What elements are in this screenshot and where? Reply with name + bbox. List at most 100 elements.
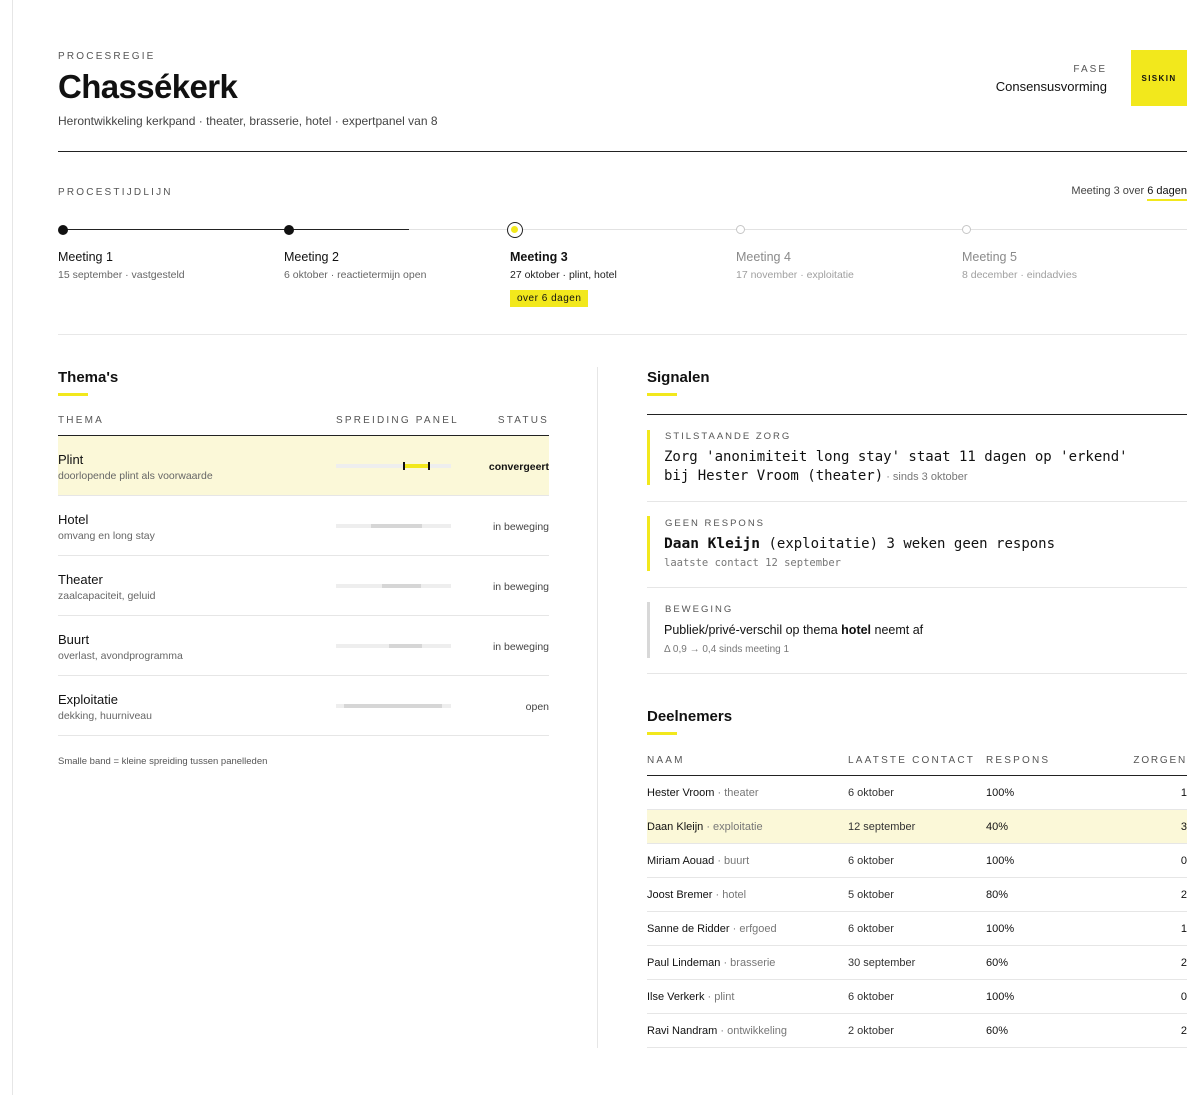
theme-row[interactable]: Buurt overlast, avondprogramma in beweging xyxy=(58,616,549,676)
theme-name: Buurt xyxy=(58,632,90,647)
timeline-item-4[interactable]: Meeting 4 17 november · exploitatie xyxy=(736,250,956,281)
timeline-caption: PROCESTIJDLIJN xyxy=(58,187,173,198)
meeting-date: 8 december · eindadvies xyxy=(962,269,1077,281)
participant-response: 100% xyxy=(986,855,1015,867)
signal-text-after: neemt af xyxy=(871,623,924,637)
participant-name-cell: Hester Vroom · theater xyxy=(647,787,758,799)
participant-role: buurt xyxy=(724,855,750,867)
theme-name: Hotel xyxy=(58,512,89,527)
signal-main-line: Daan Kleijn (exploitatie) 3 weken geen r… xyxy=(664,535,1055,554)
participant-row[interactable]: Paul Lindeman · brasserie 30 september 60%… xyxy=(647,946,1187,980)
participant-name-cell: Sanne de Ridder · erfgoed xyxy=(647,923,777,935)
participant-row[interactable]: Joost Bremer · hotel 5 oktober 80% 2 xyxy=(647,878,1187,912)
participant-concerns: 1 xyxy=(1180,787,1187,799)
participants-col-concerns: ZORGEN xyxy=(1133,755,1187,766)
participant-role-sep: · xyxy=(717,1025,728,1037)
theme-status: in beweging xyxy=(492,641,549,653)
page-subtitle: Herontwikkeling kerkpand · theater, bras… xyxy=(58,114,438,128)
themes-col-spread: SPREIDING PANEL xyxy=(336,415,459,426)
signal-theme: hotel xyxy=(841,623,872,637)
timeline-item-1[interactable]: Meeting 1 15 september · vastgesteld xyxy=(58,250,278,281)
theme-row[interactable]: Hotel omvang en long stay in beweging xyxy=(58,496,549,556)
timeline-divider xyxy=(58,334,1187,335)
signal-accent-bar xyxy=(647,602,650,658)
participant-response: 60% xyxy=(986,957,1009,969)
eyebrow: PROCESREGIE xyxy=(58,51,156,62)
header-divider xyxy=(58,151,1187,152)
participants-col-name: NAAM xyxy=(647,755,685,766)
timeline-dot-5[interactable] xyxy=(962,225,971,234)
signal-card-no-response[interactable]: GEEN RESPONS Daan Kleijn (exploitatie) 3… xyxy=(647,502,1187,588)
participant-row[interactable]: Daan Kleijn · exploitatie 12 september 40%… xyxy=(647,810,1187,844)
timeline-dot-1[interactable] xyxy=(58,225,68,235)
spread-track xyxy=(336,704,451,708)
spread-track xyxy=(336,644,451,648)
participant-last-contact: 30 september xyxy=(848,957,916,969)
signal-rest: (exploitatie) 3 weken geen respons xyxy=(760,536,1056,552)
theme-description: zaalcapaciteit, geluid xyxy=(58,590,156,602)
page-title: Chassékerk xyxy=(58,68,238,105)
timeline-item-2[interactable]: Meeting 2 6 oktober · reactietermijn ope… xyxy=(284,250,504,281)
signal-last-contact: laatste contact 12 september xyxy=(664,557,842,569)
theme-name: Exploitatie xyxy=(58,692,118,707)
theme-description: omvang en long stay xyxy=(58,530,155,542)
timeline-dot-2[interactable] xyxy=(284,225,294,235)
participant-response: 100% xyxy=(986,923,1015,935)
participant-row[interactable]: Hester Vroom · theater 6 oktober 100% 1 xyxy=(647,776,1187,810)
participant-role: ontwikkeling xyxy=(727,1025,788,1037)
participant-concerns: 0 xyxy=(1180,991,1187,1003)
participant-row[interactable]: Sanne de Ridder · erfgoed 6 oktober 100% 1 xyxy=(647,912,1187,946)
participant-last-contact: 6 oktober xyxy=(848,787,894,799)
participant-name: Daan Kleijn xyxy=(647,821,704,833)
participant-name: Paul Lindeman xyxy=(647,957,721,969)
participant-concerns: 3 xyxy=(1180,821,1187,833)
participant-name: Ilse Verkerk xyxy=(647,991,705,1003)
brand-logo[interactable]: SISKIN xyxy=(1131,50,1187,106)
timeline-item-3[interactable]: Meeting 3 27 oktober · plint, hotel over… xyxy=(510,250,730,307)
theme-name: Theater xyxy=(58,572,103,587)
theme-row[interactable]: Theater zaalcapaciteit, geluid in beweging xyxy=(58,556,549,616)
participant-last-contact: 6 oktober xyxy=(848,855,894,867)
timeline-dot-3[interactable] xyxy=(507,222,523,238)
meeting-name: Meeting 4 xyxy=(736,250,791,264)
participant-response: 100% xyxy=(986,787,1015,799)
spread-marker xyxy=(403,462,405,470)
participants-title-accent xyxy=(647,732,677,735)
timeline-segment-rest xyxy=(409,229,1187,230)
participant-row[interactable]: Miriam Aouad · buurt 6 oktober 100% 0 xyxy=(647,844,1187,878)
process-page: PROCESREGIE Chassékerk Herontwikkeling k… xyxy=(58,0,1187,1105)
signal-caption: BEWEGING xyxy=(665,604,734,615)
meeting-date: 17 november · exploitatie xyxy=(736,269,854,281)
participant-role-sep: · xyxy=(712,889,723,901)
participant-response: 100% xyxy=(986,991,1015,1003)
participant-role-sep: · xyxy=(729,923,740,935)
participant-name: Joost Bremer xyxy=(647,889,713,901)
timeline-item-5[interactable]: Meeting 5 8 december · eindadvies xyxy=(962,250,1182,281)
theme-description: doorlopende plint als voorwaarde xyxy=(58,470,213,482)
spread-band xyxy=(344,704,442,708)
timeline-dot-4[interactable] xyxy=(736,225,745,234)
participant-role: hotel xyxy=(722,889,747,901)
participant-last-contact: 6 oktober xyxy=(848,923,894,935)
signal-text: Daan Kleijn (exploitatie) 3 weken geen r… xyxy=(664,535,1055,569)
theme-row[interactable]: Exploitatie dekking, huurniveau open xyxy=(58,676,549,736)
theme-description: dekking, huurniveau xyxy=(58,710,152,722)
meeting-name: Meeting 3 xyxy=(510,250,568,264)
meeting-name: Meeting 5 xyxy=(962,250,1017,264)
participant-last-contact: 2 oktober xyxy=(848,1025,894,1037)
signal-accent-bar xyxy=(647,516,650,571)
timeline-segment-1 xyxy=(63,229,289,230)
themes-title: Thema's xyxy=(58,369,119,386)
participant-row[interactable]: Ilse Verkerk · plint 6 oktober 100% 0 xyxy=(647,980,1187,1014)
participant-row[interactable]: Ravi Nandram · ontwikkeling 2 oktober 60% 2 xyxy=(647,1014,1187,1048)
column-divider xyxy=(597,367,598,1048)
participant-name-cell: Joost Bremer · hotel xyxy=(647,889,746,901)
theme-row[interactable]: Plint doorlopende plint als voorwaarde con… xyxy=(58,436,549,496)
spread-track xyxy=(336,584,451,588)
signals-title-accent xyxy=(647,393,677,396)
themes-col-status: STATUS xyxy=(497,415,549,426)
page-left-rule xyxy=(12,0,13,1095)
signal-card-stalled-concern[interactable]: STILSTAANDE ZORG Zorg 'anonimiteit long … xyxy=(647,416,1187,502)
signal-text: Zorg 'anonimiteit long stay' staat 11 da… xyxy=(664,448,1128,487)
signal-card-movement[interactable]: BEWEGING Publiek/privé-verschil op thema… xyxy=(647,588,1187,674)
